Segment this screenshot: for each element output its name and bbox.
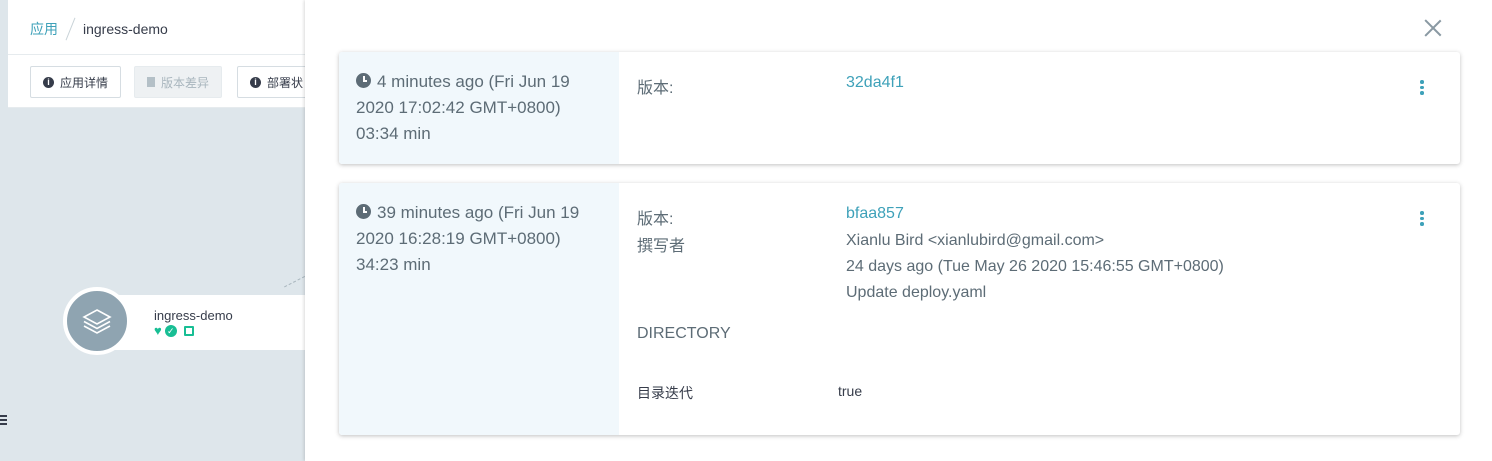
breadcrumb-current: ingress-demo bbox=[83, 21, 168, 37]
deploy-duration: 34:23 min bbox=[356, 255, 431, 274]
more-actions-icon[interactable] bbox=[1420, 211, 1424, 226]
app-node-icon[interactable] bbox=[63, 287, 131, 355]
clock-icon bbox=[356, 73, 371, 88]
deploy-time-line1: 4 minutes ago (Fri Jun 19 bbox=[377, 72, 570, 91]
document-icon bbox=[147, 77, 155, 87]
breadcrumb-separator bbox=[65, 17, 76, 41]
app-diff-button[interactable]: 版本差异 bbox=[134, 66, 223, 98]
history-card: 4 minutes ago (Fri Jun 19 2020 17:02:42 … bbox=[339, 52, 1460, 164]
deploy-time: 4 minutes ago (Fri Jun 19 2020 17:02:42 … bbox=[356, 69, 606, 147]
app-node-status: ♥ ✓ bbox=[154, 324, 194, 338]
history-card: 39 minutes ago (Fri Jun 19 2020 16:28:19… bbox=[339, 183, 1460, 435]
revision-label: 版本: bbox=[637, 211, 674, 228]
app-details-button[interactable]: i 应用详情 bbox=[30, 66, 122, 98]
deploy-time-line1: 39 minutes ago (Fri Jun 19 bbox=[377, 203, 580, 222]
breadcrumb-applications-link[interactable]: 应用 bbox=[30, 19, 58, 39]
revision-link[interactable]: bfaa857 bbox=[846, 205, 904, 223]
heart-icon: ♥ bbox=[154, 323, 162, 338]
history-card-time-column: 39 minutes ago (Fri Jun 19 2020 16:28:19… bbox=[339, 183, 619, 435]
commit-date: 24 days ago (Tue May 26 2020 15:46:55 GM… bbox=[846, 258, 1224, 275]
source-type: DIRECTORY bbox=[637, 325, 731, 342]
commit-message: Update deploy.yaml bbox=[846, 284, 987, 301]
nav-menu-icon[interactable] bbox=[0, 415, 7, 425]
application-background: 应用 ingress-demo i 应用详情 版本差异 i 部署状 ingres… bbox=[8, 0, 317, 461]
info-icon: i bbox=[43, 76, 54, 88]
close-icon[interactable] bbox=[1422, 17, 1444, 39]
revision-link[interactable]: 32da4f1 bbox=[846, 74, 904, 92]
clock-icon bbox=[356, 204, 371, 219]
top-bar: 应用 ingress-demo bbox=[8, 0, 305, 55]
recurse-value: true bbox=[838, 383, 863, 399]
sync-status-label: 部署状 bbox=[267, 75, 304, 90]
left-strip bbox=[0, 0, 8, 461]
layers-icon bbox=[82, 309, 112, 334]
history-card-time-column: 4 minutes ago (Fri Jun 19 2020 17:02:42 … bbox=[339, 52, 619, 164]
app-diff-label: 版本差异 bbox=[161, 75, 210, 90]
breadcrumb: 应用 ingress-demo bbox=[30, 17, 168, 41]
recurse-label: 目录迭代 bbox=[637, 385, 693, 401]
revision-label: 版本: bbox=[637, 80, 674, 97]
author-label: 撰写者 bbox=[637, 238, 686, 255]
resource-tree-canvas: ingress-demo ♥ ✓ bbox=[8, 108, 310, 461]
more-actions-icon[interactable] bbox=[1420, 80, 1424, 95]
app-node-name[interactable]: ingress-demo bbox=[154, 308, 233, 323]
deploy-time-line2: 2020 17:02:42 GMT+0800) bbox=[356, 98, 561, 117]
toolbar: i 应用详情 版本差异 i 部署状 bbox=[8, 55, 317, 108]
author-value: Xianlu Bird <xianlubird@gmail.com> bbox=[846, 232, 1105, 249]
deploy-duration: 03:34 min bbox=[356, 124, 431, 143]
deploy-time: 39 minutes ago (Fri Jun 19 2020 16:28:19… bbox=[356, 200, 606, 278]
check-circle-icon: ✓ bbox=[164, 325, 177, 337]
info-icon: i bbox=[250, 76, 261, 88]
deploy-time-line2: 2020 16:28:19 GMT+0800) bbox=[356, 229, 561, 248]
app-details-label: 应用详情 bbox=[60, 75, 109, 90]
external-link-icon[interactable] bbox=[183, 326, 194, 336]
history-panel: 4 minutes ago (Fri Jun 19 2020 17:02:42 … bbox=[305, 0, 1492, 461]
